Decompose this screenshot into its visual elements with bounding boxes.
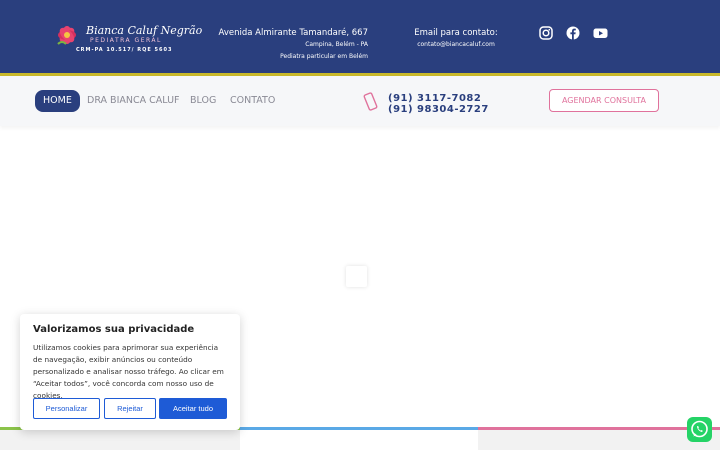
cookie-accept-all-button[interactable]: Aceitar tudo bbox=[159, 398, 227, 419]
nav-item-dra-bianca-caluf[interactable]: DRA BIANCA CALUF bbox=[79, 90, 188, 112]
whatsapp-icon bbox=[691, 420, 708, 438]
site-logo[interactable]: Bianca Caluf Negrão PEDIATRA GERAL CRM-P… bbox=[54, 22, 202, 56]
address-tagline: Pediatra particular em Belém bbox=[280, 53, 368, 60]
email-link[interactable]: contato@biancacaluf.com bbox=[412, 39, 500, 51]
loading-spinner bbox=[346, 266, 367, 287]
logo-name: Bianca Caluf Negrão bbox=[86, 24, 203, 37]
footer-column-2 bbox=[240, 430, 478, 450]
phone-number-mobile[interactable]: (91) 98304-2727 bbox=[388, 104, 489, 115]
nav-item-blog[interactable]: BLOG bbox=[182, 90, 224, 112]
phone-numbers[interactable]: (91) 3117-7082 (91) 98304-2727 bbox=[388, 93, 489, 115]
cookie-consent-banner: Valorizamos sua privacidade Utilizamos c… bbox=[20, 314, 240, 430]
address-block: Avenida Almirante Tamandaré, 667 Campina… bbox=[219, 27, 368, 63]
instagram-icon[interactable] bbox=[539, 26, 553, 40]
cookie-customize-button[interactable]: Personalizar bbox=[33, 398, 100, 419]
cookie-reject-button[interactable]: Rejeitar bbox=[104, 398, 156, 419]
phone-icon bbox=[363, 92, 378, 111]
logo-crm: CRM-PA 10.517/ RQE 5603 bbox=[76, 47, 173, 53]
email-label: Email para contato: bbox=[414, 28, 498, 38]
phone-number-landline[interactable]: (91) 3117-7082 bbox=[388, 93, 489, 104]
agendar-consulta-button[interactable]: AGENDAR CONSULTA bbox=[549, 89, 659, 112]
nav-item-contato[interactable]: CONTATO bbox=[222, 90, 283, 112]
logo-subtitle: PEDIATRA GERAL bbox=[90, 37, 162, 44]
nav-item-home[interactable]: HOME bbox=[35, 90, 80, 112]
flower-logo-icon bbox=[57, 26, 76, 45]
footer-column-1 bbox=[0, 430, 240, 450]
email-block: Email para contato: contato@biancacaluf.… bbox=[412, 27, 500, 51]
address-city: Campina, Belém - PA bbox=[305, 41, 368, 48]
main-navbar: HOME DRA BIANCA CALUF BLOG CONTATO (91) … bbox=[0, 76, 720, 126]
whatsapp-button[interactable] bbox=[687, 417, 712, 442]
cookie-title: Valorizamos sua privacidade bbox=[33, 324, 195, 335]
address-street: Avenida Almirante Tamandaré, 667 bbox=[218, 28, 368, 38]
top-header: Bianca Caluf Negrão PEDIATRA GERAL CRM-P… bbox=[0, 0, 720, 74]
cookie-text: Utilizamos cookies para aprimorar sua ex… bbox=[33, 343, 224, 400]
facebook-icon[interactable] bbox=[566, 26, 580, 40]
youtube-icon[interactable] bbox=[593, 26, 608, 40]
footer-column-3 bbox=[478, 430, 720, 450]
